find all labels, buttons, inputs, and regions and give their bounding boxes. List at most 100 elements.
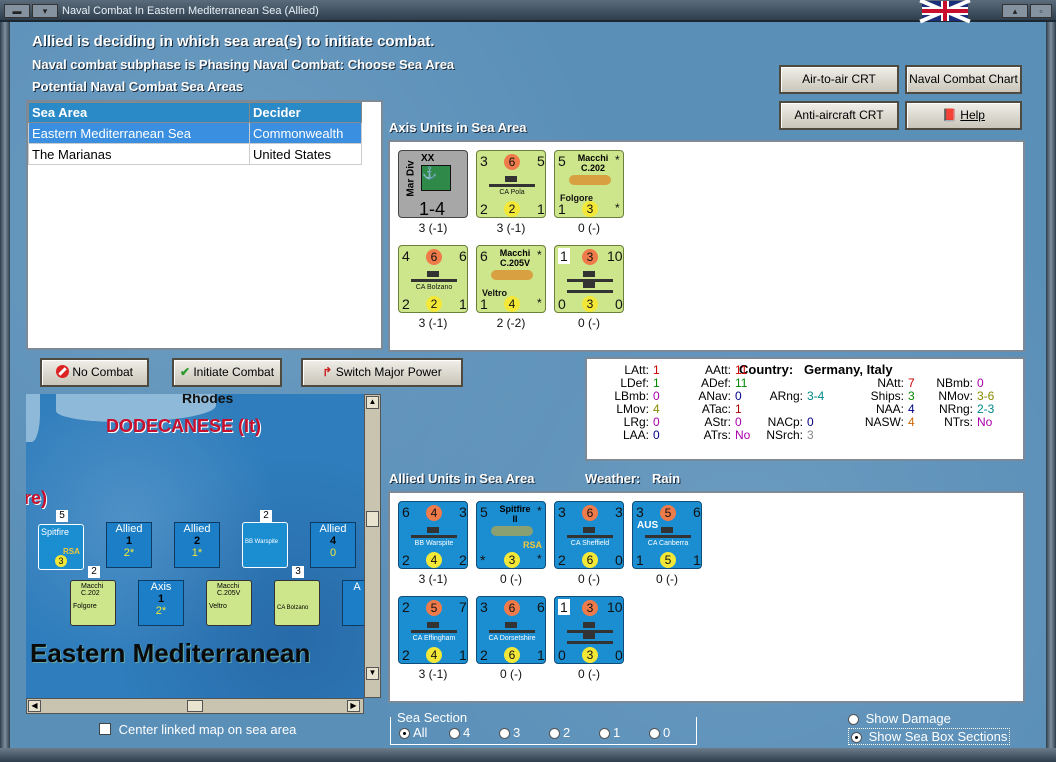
close-button[interactable]: ▫ [1030,4,1052,18]
unit-star: * [615,153,620,167]
allied-unit-counter[interactable]: 3 6 6 CA Dorsetshire 2 6 1 [476,596,546,664]
restore-button[interactable]: ▴ [1002,4,1028,18]
unit-name: RSA [523,540,543,550]
map-vertical-scrollbar[interactable]: ▲ ▼ [364,394,381,698]
stat-label: ARng: [769,389,803,403]
sea-section-radio[interactable] [549,728,560,740]
map-unit-veltro[interactable]: Macchi C.205V Veltro [206,580,252,626]
stat-value: 3-6 [977,389,995,403]
column-header-sea-area[interactable]: Sea Area [28,102,250,123]
allied-unit-counter[interactable]: 5 Spitfire II * RSA * 3 * [476,501,546,569]
scroll-thumb[interactable] [187,700,203,712]
show-sea-box-sections-option[interactable]: Show Sea Box Sections [848,728,1011,745]
sea-box-allied-1[interactable]: Allied 1 2* [106,522,152,568]
map-horizontal-scrollbar[interactable]: ◀ ▶ [26,698,364,714]
show-sea-box-sections-radio[interactable] [851,732,862,744]
sea-section-option-3[interactable]: 2 [549,725,570,740]
map-unit-bolzano[interactable]: CA Bolzano [274,580,320,626]
show-damage-option[interactable]: Show Damage [848,711,951,726]
minimize-button[interactable]: ▾ [32,4,58,18]
allied-unit-counter[interactable]: 3 5 6 CA Canberra AUS 1 5 1 [632,501,702,569]
sea-box-side: A [353,581,361,593]
unit-factor-e: 4 [426,647,442,663]
scroll-right-arrow-icon[interactable]: ▶ [347,700,360,712]
sea-section-radio[interactable] [399,728,410,740]
help-button[interactable]: 📕 Help [905,101,1022,130]
sea-box-axis-1[interactable]: Axis 1 2* [138,580,184,626]
sea-section-radio[interactable] [599,728,610,740]
sea-box-axis-partial[interactable]: A [342,580,364,626]
allied-unit-counter[interactable]: 1 3 10 0 3 0 [554,596,624,664]
unit-factor-a: 6 [402,504,410,520]
axis-unit-counter[interactable]: 4 6 6 CA Bolzano 2 2 1 [398,245,468,313]
allied-unit-counter[interactable]: 3 6 3 CA Sheffield 2 6 0 [554,501,624,569]
sea-section-option-label: 2 [563,725,571,740]
sea-section-radio[interactable] [499,728,510,740]
map-stack-count: 2 [260,510,272,522]
axis-unit-counter[interactable]: 3 6 5 CA Pola 2 2 1 [476,150,546,218]
unit-factor-c: 4 [426,505,442,521]
show-damage-radio[interactable] [848,714,859,726]
anti-aircraft-crt-button[interactable]: Anti-aircraft CRT [779,101,899,130]
initiate-combat-button[interactable]: ✔ Initiate Combat [172,358,282,387]
sea-section-option-2[interactable]: 3 [499,725,520,740]
column-header-decider[interactable]: Decider [249,102,362,123]
axis-unit-counter[interactable]: 1 3 10 0 3 0 [554,245,624,313]
table-row[interactable]: Eastern Mediterranean Sea Commonwealth [28,122,362,144]
scroll-thumb[interactable] [366,511,379,527]
map-unit-spitfire[interactable]: Spitfire RSA 3 [38,524,84,570]
ship-icon [567,527,613,538]
axis-unit-counter[interactable]: XX Mar Div ⚓ 1-4 [398,150,468,219]
sea-section-radio[interactable] [449,728,460,740]
air-to-air-crt-button[interactable]: Air-to-air CRT [779,65,899,94]
sea-box-allied-2[interactable]: Allied 2 1* [174,522,220,568]
sea-section-option-1[interactable]: 4 [449,725,470,740]
unit-factor-f: 1 [537,647,545,663]
stat-value: No [977,415,993,429]
sea-box-number: 4 [329,535,337,547]
scroll-up-arrow-icon[interactable]: ▲ [366,396,379,409]
map-unit-folgore[interactable]: Macchi C.202 Folgore [70,580,116,626]
scroll-down-arrow-icon[interactable]: ▼ [366,667,379,680]
map-unit-label: Macchi C.202 [81,583,104,597]
stat-label: LAA: [622,428,649,442]
system-menu-button[interactable]: ▬ [4,4,30,18]
unit-factor-f: 0 [615,647,623,663]
no-entry-icon [55,365,69,378]
map-unit-label: Spitfire [41,527,70,537]
axis-unit-counter[interactable]: 5 Macchi C.202 * Folgore 1 3 * [554,150,624,218]
sea-section-option-label: 0 [663,725,671,740]
land-west [26,394,40,442]
allied-unit-counter[interactable]: 2 5 7 CA Effingham 2 4 1 [398,596,468,664]
linked-map[interactable]: Rhodes DODECANESE (It) re) Eastern Medit… [26,394,364,698]
center-map-checkbox-row[interactable]: Center linked map on sea area [99,722,296,737]
naval-combat-chart-button[interactable]: Naval Combat Chart [905,65,1022,94]
show-damage-label: Show Damage [865,711,951,726]
allied-unit-counter[interactable]: 6 4 3 BB Warspite 2 4 2 [398,501,468,569]
ship-icon [489,176,535,187]
unit-name: CA Sheffield [570,540,610,547]
sea-box-allied-4[interactable]: Allied 4 0 [310,522,356,568]
unit-factor-e: 2 [426,296,442,312]
weather-label: Weather: [585,471,641,486]
stat-value: 1 [735,402,742,416]
axis-unit-counter[interactable]: 6 Macchi C.205V * Veltro 1 4 * [476,245,546,313]
map-unit-name: Folgore [73,603,97,610]
convoy-icon [567,633,613,644]
unit-factor-f: 1 [459,647,467,663]
center-map-checkbox[interactable] [99,723,111,735]
sea-section-option-0[interactable]: All [399,725,427,740]
stat-value: 0 [735,415,742,429]
sea-box-value: 0 [329,547,337,559]
switch-major-power-button[interactable]: ↱ Switch Major Power [301,358,463,387]
sea-section-option-5[interactable]: 0 [649,725,670,740]
sea-section-radio[interactable] [649,728,660,740]
table-row[interactable]: The Marianas United States [28,143,362,165]
sea-section-option-4[interactable]: 1 [599,725,620,740]
unit-factor-c: 6 [582,505,598,521]
sea-box-value: 1* [191,547,203,559]
unit-factor-e: 4 [504,296,520,312]
map-unit-warspite[interactable]: BB Warspite [242,522,288,568]
scroll-left-arrow-icon[interactable]: ◀ [28,700,41,712]
no-combat-button[interactable]: No Combat [40,358,149,387]
